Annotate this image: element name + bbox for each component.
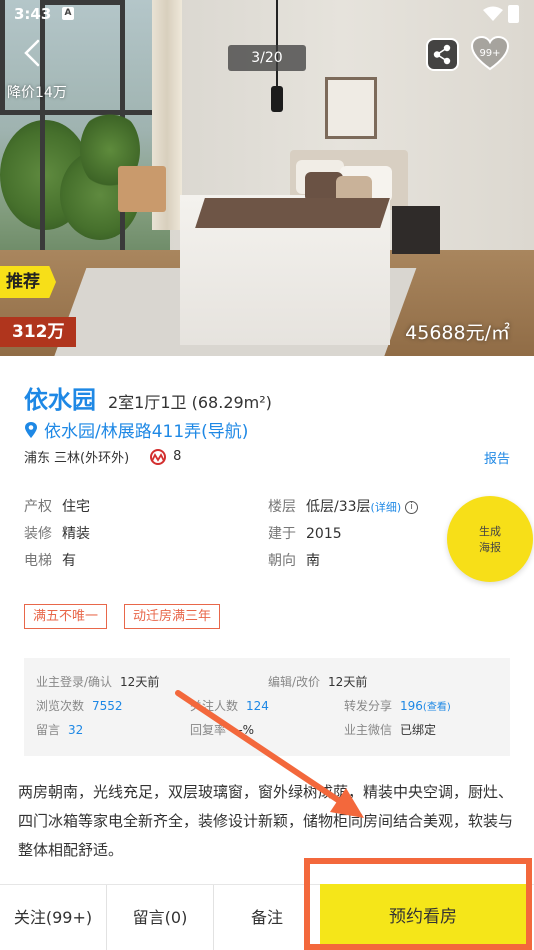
price-drop-label: 降价14万 xyxy=(7,85,67,101)
status-bar: 3:43 A xyxy=(0,0,534,28)
stat-messages: 留言 32 xyxy=(36,723,84,737)
stat-views: 浏览次数 7552 xyxy=(36,699,123,713)
total-price: 312万 xyxy=(0,317,76,347)
stats-panel: 业主登录/确认 12天前 编辑/改价 12天前 浏览次数 7552 关注人数 124 转… xyxy=(24,658,510,756)
address-text: 依水园/林展路411弄(导航) xyxy=(44,422,249,442)
battery-icon xyxy=(508,5,519,23)
follow-button[interactable]: 关注(99+) xyxy=(0,885,106,950)
photo-blanket xyxy=(195,198,390,228)
favorite-button[interactable]: 99+ xyxy=(470,35,510,72)
stat-reply-rate: 回复率 --% xyxy=(190,723,255,737)
stat-followers: 关注人数 124 xyxy=(190,699,269,713)
photo-chair xyxy=(118,166,166,212)
sub-area: 三林(外环外) xyxy=(54,451,130,466)
message-button[interactable]: 留言(0) xyxy=(107,885,213,950)
report-link[interactable]: 报告 xyxy=(484,448,510,467)
generate-poster-button[interactable]: 生成 海报 xyxy=(447,496,533,582)
listing-layout: 2室1厅1卫 (68.29m²) xyxy=(108,393,272,412)
location-pin-icon xyxy=(25,421,37,438)
status-time: 3:43 xyxy=(14,5,52,23)
attr-decoration: 装修 精装 xyxy=(24,526,90,542)
listing-tag: 满五不唯一 xyxy=(24,604,108,629)
poster-label-line1: 生成 xyxy=(479,525,501,538)
address-link[interactable]: 依水园/林展路411弄(导航) xyxy=(24,417,248,442)
attr-ownership: 产权 住宅 xyxy=(24,499,90,515)
highlight-box xyxy=(304,858,532,950)
stat-owner-wechat: 业主微信 已绑定 xyxy=(344,723,437,737)
poster-label-line2: 海报 xyxy=(479,541,501,554)
share-icon xyxy=(433,44,451,65)
attr-elevator: 电梯有 xyxy=(24,553,76,569)
listing-title-row: 依水园 2室1厅1卫 (68.29m²) xyxy=(24,380,272,415)
notification-icon: A xyxy=(62,7,74,20)
share-button[interactable] xyxy=(426,38,459,71)
photo-nightstand xyxy=(392,206,440,254)
unit-price: 45688元/㎡ xyxy=(405,322,510,344)
attr-orientation: 朝向南 xyxy=(268,553,320,569)
stat-edit-price: 编辑/改价 12天前 xyxy=(268,675,368,689)
back-icon[interactable] xyxy=(18,38,48,68)
metro-line: 8 xyxy=(173,449,182,464)
floor-detail-link[interactable]: (详细) xyxy=(371,501,402,514)
shares-view-link[interactable]: (查看) xyxy=(423,702,451,713)
photo-pendant-lamp xyxy=(271,86,283,112)
recommend-badge: 推荐 xyxy=(0,266,56,298)
photo-counter: 3/20 xyxy=(228,45,306,71)
district: 浦东 xyxy=(24,451,51,466)
info-icon[interactable]: i xyxy=(405,500,419,514)
listing-tag: 动迁房满三年 xyxy=(124,604,221,629)
attr-floor: 楼层 低层/33层(详细) i xyxy=(268,496,419,516)
stat-owner-login: 业主登录/确认 12天前 xyxy=(36,675,160,689)
wifi-icon xyxy=(483,6,503,21)
metro-icon xyxy=(150,448,167,465)
attr-built: 建于 2015 xyxy=(268,526,342,542)
listing-name: 依水园 xyxy=(24,386,96,414)
district-row: 浦东 三林(外环外) 8 xyxy=(24,447,181,466)
listing-description: 两房朝南，光线充足，双层玻璃窗，窗外绿树成荫，精装中央空调，厨灶、四门冰箱等家电… xyxy=(18,783,514,859)
photo-wall-frame xyxy=(325,77,377,139)
favorite-count: 99+ xyxy=(479,48,501,59)
stat-shares: 转发分享 196(查看) xyxy=(344,699,451,713)
